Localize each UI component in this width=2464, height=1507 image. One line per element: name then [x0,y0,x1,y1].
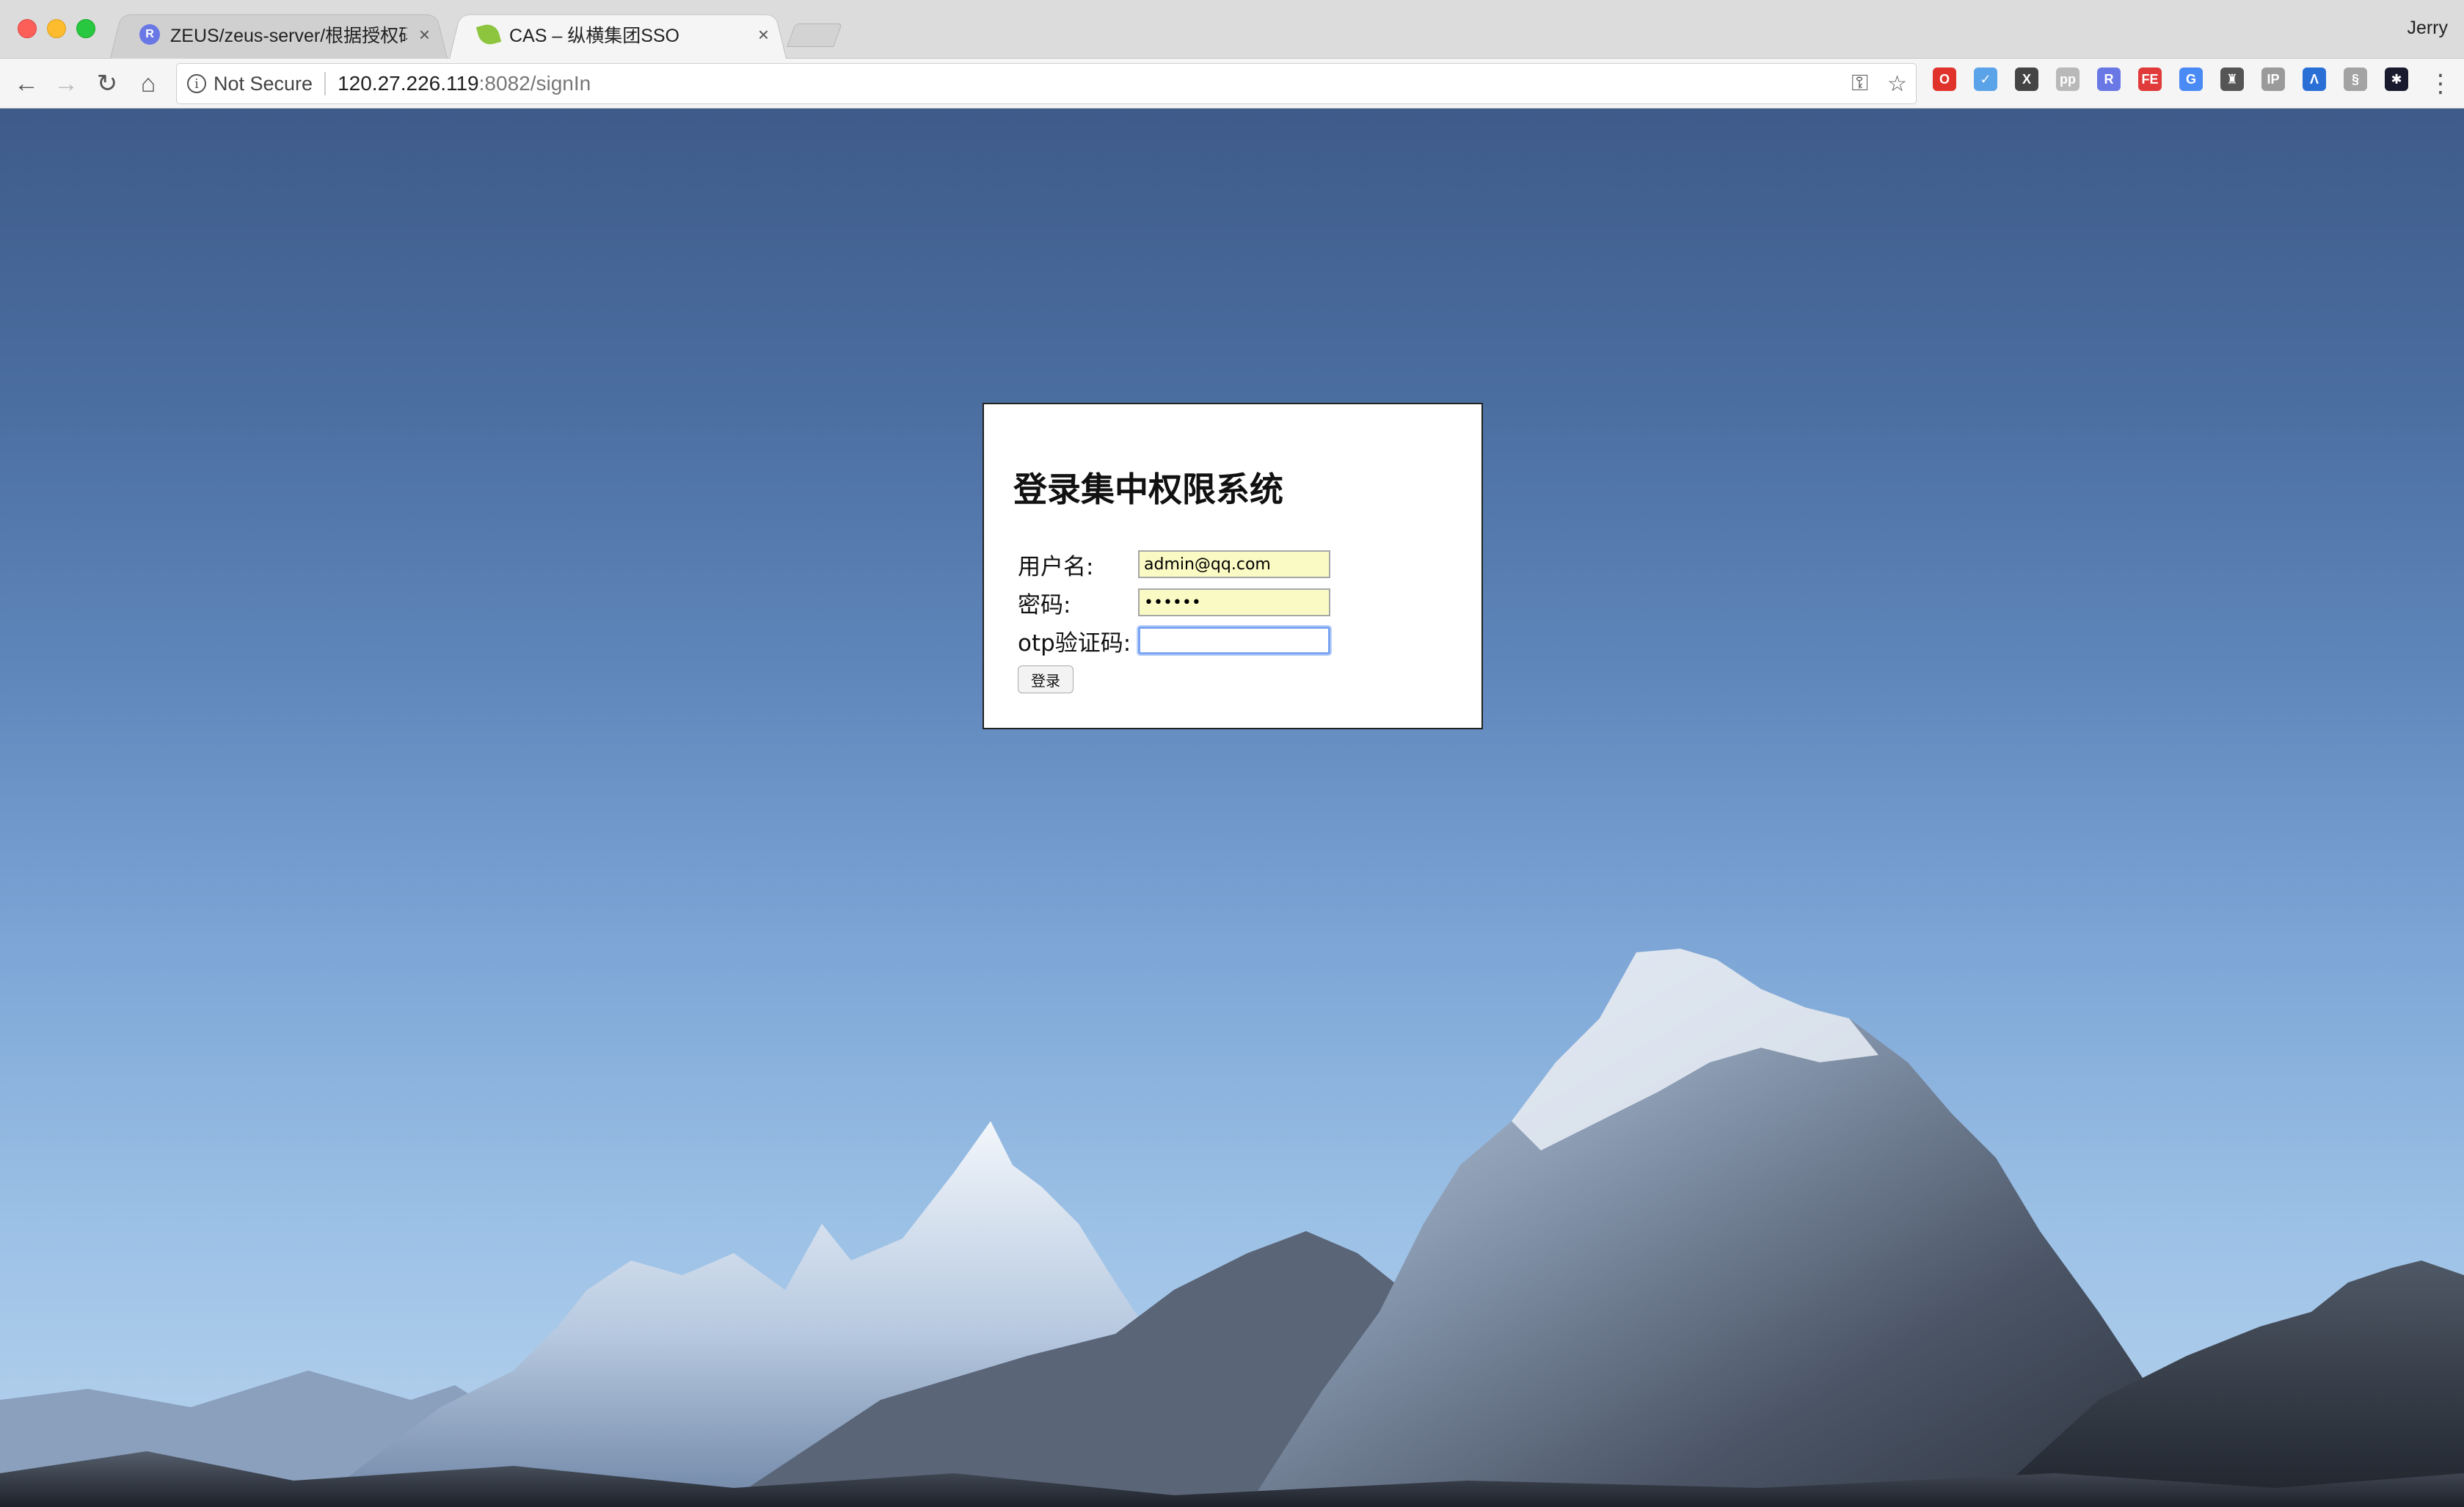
tab-close-icon[interactable]: × [419,23,430,46]
shield-ext-icon[interactable]: ♜ [2220,67,2244,91]
page-background: 登录集中权限系统 用户名: 密码: otp验证码: 登录 [0,109,2464,1507]
password-row: 密码: [1018,588,1330,619]
translate-icon[interactable]: G [2179,67,2203,91]
lambda-ext-icon[interactable]: Λ [2303,67,2326,91]
menu-kebab-icon[interactable]: ⋮ [2423,66,2458,101]
password-label: 密码: [1018,591,1071,619]
login-card: 登录集中权限系统 用户名: 密码: otp验证码: 登录 [983,403,1483,729]
username-input[interactable] [1138,550,1330,578]
back-arrow-icon[interactable]: ← [9,66,44,101]
opera-icon[interactable]: O [1933,67,1956,91]
username-label: 用户名: [1018,553,1094,580]
tab-title: ZEUS/zeus-server/根据授权码获 [170,26,407,46]
window-maximize-button[interactable] [76,19,95,38]
home-icon[interactable]: ⌂ [131,66,166,101]
url-text[interactable]: 120.27.226.119:8082/signIn [338,72,591,95]
mountain-landscape-image [0,949,2464,1507]
divider [324,72,327,95]
r-favicon-icon: R [139,24,160,45]
url-path: :8082/signIn [478,72,591,95]
otp-input[interactable] [1138,627,1330,654]
login-title: 登录集中权限系统 [1013,470,1283,509]
info-icon[interactable]: i [187,74,206,93]
ip-ext-icon[interactable]: IP [2261,67,2285,91]
r-ext-icon[interactable]: R [2097,67,2121,91]
profile-name[interactable]: Jerry [2407,18,2448,39]
x-ext-icon[interactable]: X [2015,67,2038,91]
browser-tab-zeus[interactable]: R ZEUS/zeus-server/根据授权码获 × [110,10,448,59]
bookmark-star-icon[interactable]: ☆ [1887,71,1907,97]
sign-ext-icon[interactable]: § [2344,67,2367,91]
tab-title: CAS – 纵横集团SSO [509,26,679,46]
username-row: 用户名: [1018,550,1330,580]
safari-icon[interactable]: ✓ [1974,67,1997,91]
otp-row: otp验证码: [1018,626,1330,657]
star-ext-icon[interactable]: ✱ [2385,67,2408,91]
new-tab-button[interactable] [787,23,842,47]
reload-icon[interactable]: ↻ [90,66,125,101]
login-button[interactable]: 登录 [1018,665,1074,693]
browser-tab-bar: R ZEUS/zeus-server/根据授权码获 × CAS – 纵横集团SS… [0,0,2464,59]
fe-ext-icon[interactable]: FE [2138,67,2162,91]
security-label[interactable]: Not Secure [214,73,313,95]
window-close-button[interactable] [18,19,37,38]
tab-close-icon[interactable]: × [758,23,769,46]
url-host: 120.27.226.119 [338,72,479,95]
notes-ext-icon[interactable]: pp [2056,67,2080,91]
browser-toolbar: ← → ↻ ⌂ i Not Secure 120.27.226.119:8082… [0,59,2464,109]
forward-arrow-icon[interactable]: → [48,66,84,101]
browser-tab-cas[interactable]: CAS – 纵横集团SSO × [449,10,787,59]
otp-label: otp验证码: [1018,630,1131,657]
key-icon[interactable]: ⚿ [1851,71,1868,96]
address-bar[interactable]: i Not Secure 120.27.226.119:8082/signIn … [176,63,1917,104]
password-input[interactable] [1138,588,1330,616]
window-minimize-button[interactable] [47,19,66,38]
